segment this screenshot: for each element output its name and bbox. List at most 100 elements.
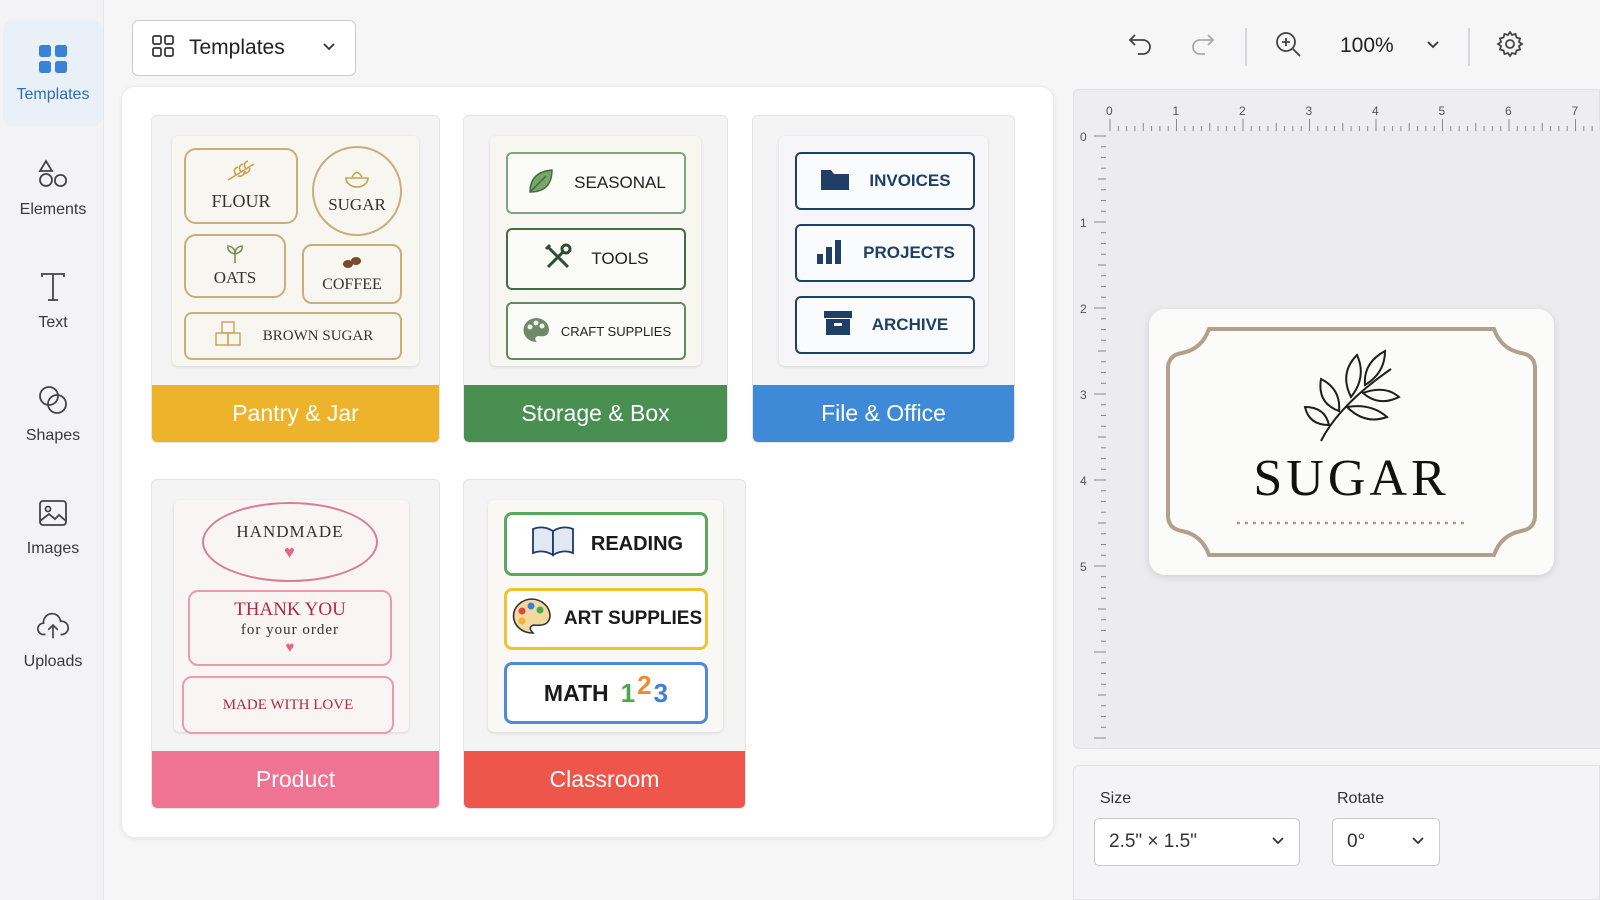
sidebar: Templates Elements Text Shapes Images Up… (0, 0, 104, 900)
label-text: ART SUPPLIES (563, 608, 703, 629)
template-banner: File & Office (753, 385, 1014, 442)
template-card-storage[interactable]: SEASONAL TOOLS CRAFT SUPPLIES Storage & … (463, 115, 728, 443)
text-icon (36, 270, 70, 304)
sidebar-item-label: Shapes (25, 427, 81, 444)
sidebar-item-text[interactable]: Text (3, 248, 103, 354)
ruler-vertical: 0 1 2 3 4 5 (1080, 130, 1106, 739)
toolbar-divider (1468, 28, 1470, 66)
label-projects: PROJECTS (795, 224, 975, 282)
ruler-tick-label: 4 (1372, 104, 1379, 118)
zoom-dropdown-button[interactable] (1413, 26, 1453, 66)
ruler-tick-label: 2 (1080, 302, 1087, 316)
archive-box-icon (822, 309, 854, 342)
digit-three: 3 (653, 677, 669, 708)
numbers-graphic: 1 2 3 (620, 670, 669, 709)
template-banner: Pantry & Jar (152, 385, 439, 442)
template-preview: SEASONAL TOOLS CRAFT SUPPLIES (490, 136, 701, 366)
ruler-tick-label: 1 (1173, 104, 1180, 118)
sidebar-item-label: Uploads (23, 653, 83, 670)
palette-icon (521, 316, 551, 347)
ruler-tick-label: 5 (1439, 104, 1446, 118)
sidebar-item-label: Templates (16, 86, 90, 103)
digit-two: 2 (637, 669, 652, 700)
label-text: HANDMADE (236, 522, 344, 541)
template-preview: READING ART SUPPLIES MATH 1 2 3 (488, 500, 723, 732)
label-text: FLOUR (211, 191, 271, 211)
bar-chart-icon (815, 238, 845, 269)
ruler-tick-label: 5 (1080, 560, 1087, 574)
chevron-down-icon (321, 38, 337, 59)
paint-palette-icon (510, 596, 554, 642)
template-preview: INVOICES PROJECTS ARCHIVE (779, 136, 988, 366)
label-text: THANK YOU (234, 599, 346, 620)
zoom-level[interactable]: 100% (1340, 34, 1394, 58)
label-invoices: INVOICES (795, 152, 975, 210)
ruler-tick-label: 0 (1080, 130, 1087, 144)
sidebar-item-label: Elements (19, 201, 87, 218)
templates-dropdown[interactable]: Templates (132, 20, 356, 76)
template-card-office[interactable]: INVOICES PROJECTS ARCHIVE File & Office (752, 115, 1015, 443)
label-thank-you: THANK YOU for your order ♥ (188, 590, 392, 666)
ruler-tick-label: 7 (1572, 104, 1579, 118)
gear-icon (1496, 29, 1524, 63)
label-craft-supplies: CRAFT SUPPLIES (506, 302, 686, 360)
ruler-tick-label: 3 (1080, 388, 1087, 402)
label-made-with-love: MADE WITH LOVE (182, 676, 394, 734)
leaf-icon (526, 166, 556, 201)
label-archive: ARCHIVE (795, 296, 975, 354)
label-design-preview[interactable]: SUGAR (1149, 309, 1554, 575)
ruler-tick-label: 2 (1239, 104, 1246, 118)
sidebar-item-images[interactable]: Images (3, 474, 103, 580)
ruler-tick-label: 6 (1505, 104, 1512, 118)
label-text: SUGAR (328, 194, 386, 214)
template-card-classroom[interactable]: READING ART SUPPLIES MATH 1 2 3 Classroo… (463, 479, 746, 809)
ruler-tick-label: 3 (1306, 104, 1313, 118)
sidebar-item-shapes[interactable]: Shapes (3, 361, 103, 467)
label-handmade: HANDMADE ♥ (202, 502, 378, 582)
book-icon (529, 523, 577, 565)
label-tools: TOOLS (506, 228, 686, 290)
label-math: MATH 1 2 3 (504, 662, 708, 724)
grid-icon (36, 42, 70, 76)
zoom-in-button[interactable] (1268, 26, 1308, 66)
redo-button[interactable] (1183, 26, 1223, 66)
label-text: COFFEE (322, 275, 382, 293)
sidebar-item-templates[interactable]: Templates (3, 20, 103, 126)
toolbar-divider (1245, 28, 1247, 66)
label-text: OATS (213, 267, 257, 287)
template-banner: Classroom (464, 751, 745, 808)
templates-panel: FLOUR SUGAR OATS COFFEE BROWN SUGAR Pant… (121, 86, 1054, 838)
ruler-horizontal: 0 1 2 3 4 5 6 7 (1106, 104, 1593, 131)
ruler-tick-label: 0 (1106, 104, 1113, 118)
sprout-icon (224, 244, 246, 268)
size-label: Size (1100, 790, 1132, 807)
chevron-down-icon (1425, 36, 1441, 57)
sidebar-item-uploads[interactable]: Uploads (3, 587, 103, 693)
label-text: READING (590, 532, 684, 555)
size-select-value: 2.5" × 1.5" (1109, 831, 1197, 852)
heart-icon: ♥ (284, 542, 296, 562)
rotate-select[interactable]: 0° (1332, 818, 1440, 866)
rotate-select-value: 0° (1347, 831, 1366, 852)
template-preview: FLOUR SUGAR OATS COFFEE BROWN SUGAR (172, 136, 419, 366)
label-text: BROWN SUGAR (262, 327, 374, 344)
chevron-down-icon (1411, 831, 1425, 853)
settings-button[interactable] (1490, 26, 1530, 66)
label-subtext: for your order (240, 622, 340, 638)
label-sugar: SUGAR (312, 146, 402, 236)
template-card-product[interactable]: HANDMADE ♥ THANK YOU for your order ♥ MA… (151, 479, 440, 809)
label-text: TOOLS (591, 249, 649, 268)
digit-one: 1 (620, 677, 636, 708)
size-select[interactable]: 2.5" × 1.5" (1094, 818, 1300, 866)
folder-icon (819, 166, 851, 197)
sidebar-item-elements[interactable]: Elements (3, 135, 103, 241)
label-art-supplies: ART SUPPLIES (504, 588, 708, 650)
template-card-pantry[interactable]: FLOUR SUGAR OATS COFFEE BROWN SUGAR Pant… (151, 115, 440, 443)
undo-button[interactable] (1120, 26, 1160, 66)
sugar-cubes-icon (213, 320, 245, 352)
undo-icon (1127, 31, 1153, 62)
rotate-label: Rotate (1337, 790, 1385, 807)
wheat-icon (224, 160, 258, 187)
ruler-tick-label: 1 (1080, 216, 1087, 230)
redo-icon (1190, 31, 1216, 62)
